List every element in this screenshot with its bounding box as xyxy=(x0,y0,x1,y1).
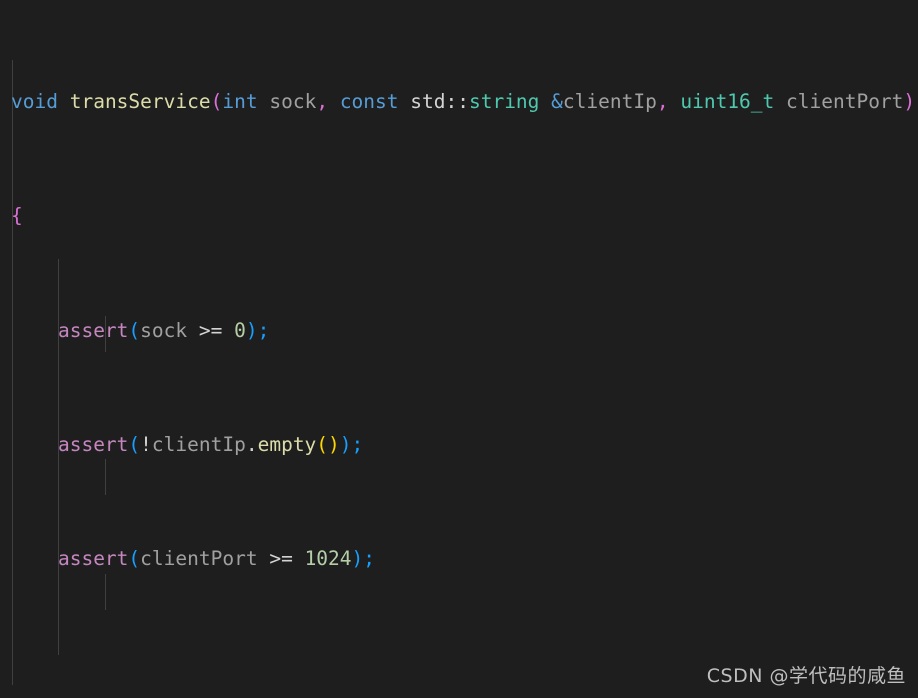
code-editor: void transService(int sock, const std::s… xyxy=(0,0,918,698)
code-line-2: { xyxy=(11,204,23,228)
csdn-watermark: CSDN @学代码的咸鱼 xyxy=(706,665,906,687)
code-line-1: void transService(int sock, const std::s… xyxy=(11,89,916,113)
code-line-5: assert(clientPort >= 1024); xyxy=(57,547,376,571)
code-line-3: assert(sock >= 0); xyxy=(57,318,270,342)
code-block: void transService(int sock, const std::s… xyxy=(0,0,915,698)
code-line-4: assert(!clientIp.empty()); xyxy=(57,432,364,456)
